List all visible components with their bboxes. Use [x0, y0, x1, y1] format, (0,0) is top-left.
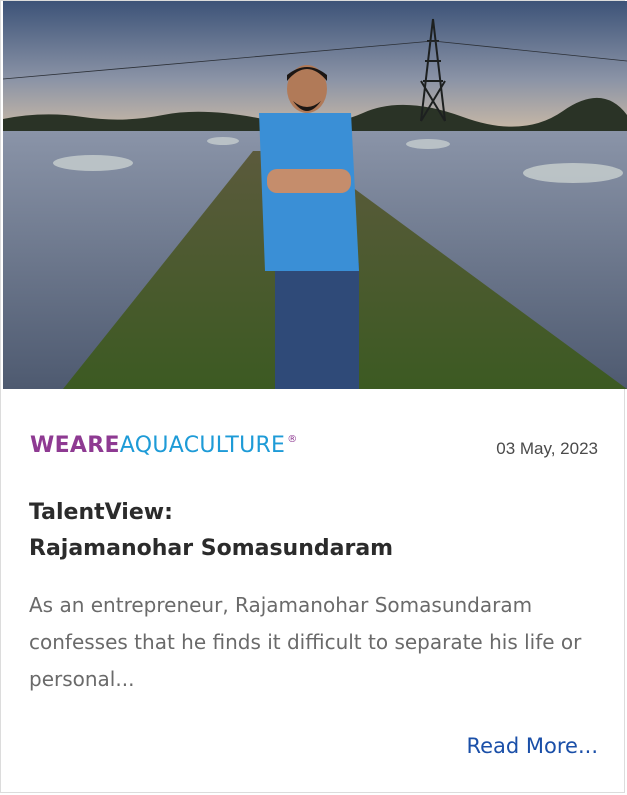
read-more-link[interactable]: Read More... [466, 734, 598, 758]
publish-date: 03 May, 2023 [496, 439, 598, 458]
logo-part-weare: WEARE [30, 433, 120, 458]
article-title-line-1: TalentView: [29, 500, 173, 525]
publisher-logo: WEAREAQUACULTURE ® [30, 433, 298, 461]
logo-registered-mark: ® [287, 434, 298, 445]
article-card[interactable]: WEAREAQUACULTURE ® 03 May, 2023 TalentVie… [0, 0, 627, 793]
article-title-line-2: Rajamanohar Somasundaram [29, 536, 394, 561]
logo-part-aquaculture: AQUACULTURE [119, 433, 286, 458]
article-title[interactable]: TalentView: Rajamanohar Somasundaram [29, 495, 589, 567]
article-image[interactable] [3, 1, 627, 389]
article-excerpt: As an entrepreneur, Rajamanohar Somasund… [29, 593, 582, 691]
